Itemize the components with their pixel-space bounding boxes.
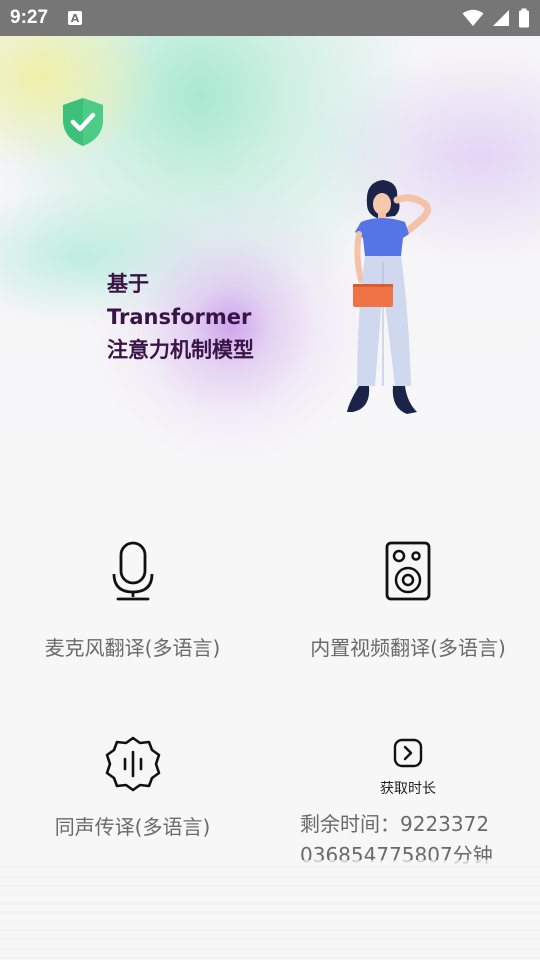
shield-check-icon — [63, 98, 103, 146]
mic-translate-label: 麦克风翻译(多语言) — [44, 636, 221, 660]
status-bar: 9:27 A — [0, 0, 540, 36]
woman-illustration — [347, 180, 432, 414]
video-translate-label: 内置视频翻译(多语言) — [310, 636, 506, 660]
bottom-decoration — [0, 860, 540, 960]
hero-headline: 基于 Transformer 注意力机制模型 — [107, 268, 254, 367]
simultaneous-interpret-label: 同声传译(多语言) — [54, 815, 211, 839]
microphone-icon — [112, 541, 153, 601]
video-translate-button[interactable]: 内置视频翻译(多语言) — [304, 540, 512, 661]
status-icons — [462, 8, 530, 28]
notification-app-icon: A — [68, 11, 83, 25]
hero-line-2: Transformer — [107, 305, 252, 329]
hero-line-3: 注意力机制模型 — [107, 338, 254, 362]
status-time: 9:27 — [10, 7, 49, 28]
speaker-icon — [385, 541, 431, 601]
hero-banner: 基于 Transformer 注意力机制模型 — [0, 36, 540, 456]
mic-translate-button[interactable]: 麦克风翻译(多语言) — [40, 540, 225, 661]
chevron-right-box-icon — [393, 738, 423, 768]
get-duration-label: 获取时长 — [380, 781, 436, 797]
simultaneous-interpret-button[interactable]: 同声传译(多语言) — [50, 735, 215, 840]
battery-icon — [519, 8, 529, 28]
hero-line-1: 基于 — [107, 272, 149, 296]
wifi-icon — [462, 9, 484, 26]
signal-icon — [493, 10, 509, 26]
get-duration-button[interactable]: 获取时长 — [376, 738, 440, 798]
soundwave-badge-icon — [105, 736, 160, 792]
